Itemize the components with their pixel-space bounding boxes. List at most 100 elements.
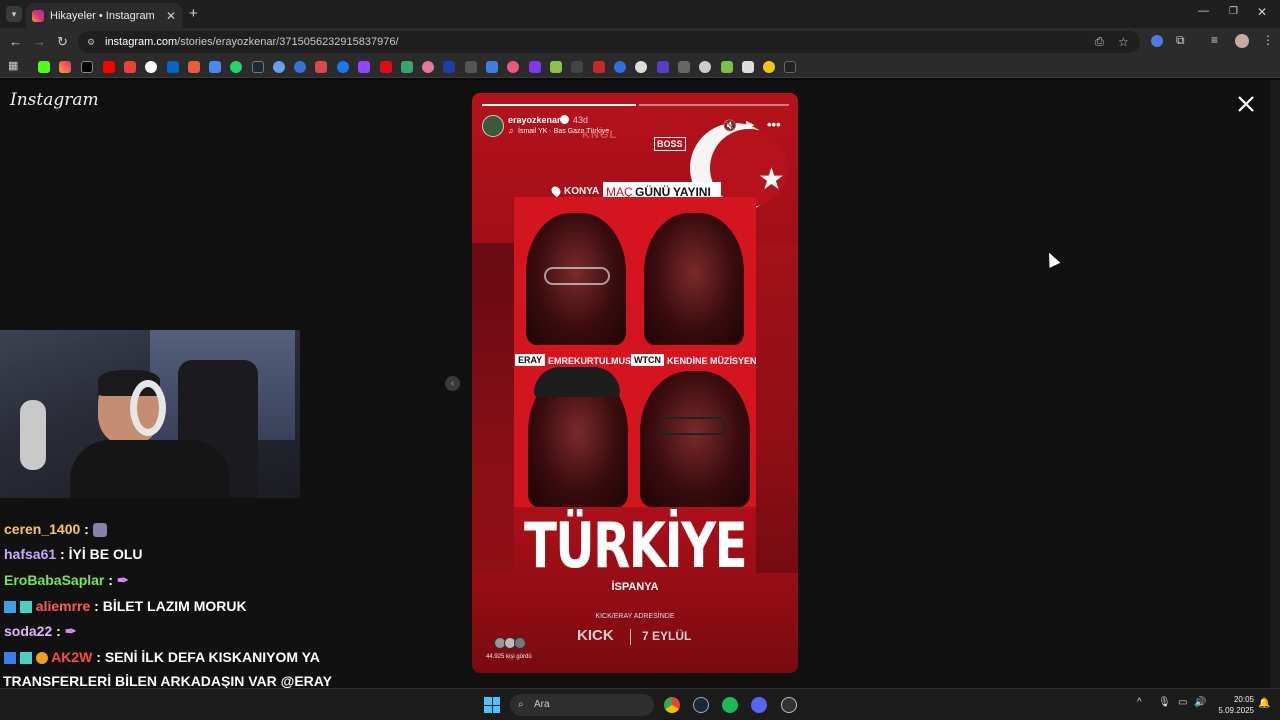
viewer-count[interactable]: 44.925 kişi gördü [486, 654, 532, 660]
chat-line-5: soda22 : ✒ [4, 623, 76, 640]
previous-story-button[interactable]: ‹ [445, 376, 460, 391]
network-icon[interactable]: ▭ [1178, 697, 1187, 708]
bookmark-site10-icon[interactable] [507, 61, 519, 73]
app-taskbar-icon[interactable] [781, 697, 797, 713]
new-tab-icon[interactable]: + [189, 5, 198, 22]
profile-avatar[interactable] [1235, 34, 1249, 48]
bookmark-site21-icon[interactable] [742, 61, 754, 73]
badge-icon [4, 601, 16, 614]
mute-icon[interactable]: 🔇 [723, 119, 737, 132]
story-viewer[interactable]: ★ erayozkenar 43d ♫ İsmail YK · Bas Gaza… [472, 93, 798, 673]
site-info-icon[interactable]: ⚙ [87, 31, 95, 53]
story-username[interactable]: erayozkenar [508, 115, 561, 125]
volume-icon[interactable]: 🔊 [1194, 697, 1206, 708]
story-avatar[interactable] [482, 115, 504, 137]
tag-emrekurtulmus: EMREKURTULMUS [548, 356, 631, 366]
address-bar[interactable]: ⚙ instagram.com/stories/erayozkenar/3715… [78, 31, 1140, 53]
glasses-1 [544, 267, 610, 285]
bookmark-instagram-icon[interactable] [59, 61, 71, 73]
bookmark-x-icon[interactable] [81, 61, 93, 73]
bookmark-site6-icon[interactable] [422, 61, 434, 73]
bookmark-site8-icon[interactable] [465, 61, 477, 73]
flag-star: ★ [758, 163, 785, 196]
instagram-logo[interactable]: Instagram [10, 90, 99, 110]
window-close-icon[interactable]: ✕ [1257, 5, 1267, 19]
clock-date: 5.09.2025 [1218, 706, 1254, 715]
bookmark-google-icon[interactable] [145, 61, 157, 73]
start-tile [484, 697, 492, 705]
restore-icon[interactable]: ❐ [1229, 6, 1238, 17]
bookmark-youtube-icon[interactable] [103, 61, 115, 73]
play-icon[interactable]: ▶ [746, 118, 754, 131]
bookmark-site15-icon[interactable] [614, 61, 626, 73]
story-more-icon[interactable]: ••• [767, 117, 781, 132]
bookmark-site14-icon[interactable] [593, 61, 605, 73]
bookmark-star-icon[interactable]: ☆ [1118, 31, 1129, 53]
bookmark-site13-icon[interactable] [571, 61, 583, 73]
install-app-icon[interactable]: ⎙ [1095, 31, 1104, 53]
bookmark-site16-icon[interactable] [635, 61, 647, 73]
tab-close-icon[interactable]: ✕ [166, 9, 176, 23]
system-clock[interactable]: 20:05 5.09.2025 [1214, 694, 1254, 716]
bookmark-site23-icon[interactable] [784, 61, 796, 73]
bookmark-site2-icon[interactable] [273, 61, 285, 73]
chat-line-7: TRANSFERLERİ BİLEN ARKADAŞIN VAR @ERAY [3, 673, 332, 689]
microphone-icon[interactable]: 🎙 [1158, 697, 1171, 708]
bookmark-twitch-icon[interactable] [358, 61, 370, 73]
bookmark-site19-icon[interactable] [699, 61, 711, 73]
portrait-emre [644, 213, 744, 345]
bookmark-kick-icon[interactable] [38, 61, 50, 73]
bookmark-site-icon[interactable] [188, 61, 200, 73]
chat-separator: : [104, 572, 117, 588]
browser-menu-icon[interactable]: ⋮ [1262, 33, 1274, 47]
bookmark-site18-icon[interactable] [678, 61, 690, 73]
apps-grid-icon[interactable]: ▦ [8, 59, 18, 72]
bookmark-site4-icon[interactable] [315, 61, 327, 73]
location-tag: KONYA [564, 186, 600, 197]
kick-label: KICK [577, 627, 614, 644]
tag-wtcn: WTCN [631, 354, 664, 366]
adres-line: KICK/ERAY ADRESİNDE [595, 613, 675, 620]
bookmark-outlook-icon[interactable] [167, 61, 179, 73]
media-control-icon[interactable]: ≡ [1211, 33, 1218, 47]
bookmark-netflix-icon[interactable] [380, 61, 392, 73]
forward-icon[interactable]: → [33, 34, 46, 49]
portrait-kendine [640, 371, 750, 507]
discord-taskbar-icon[interactable] [751, 697, 767, 713]
reload-icon[interactable]: ↻ [57, 34, 68, 50]
extension-badge-icon[interactable] [1151, 35, 1163, 47]
bookmark-site5-icon[interactable] [401, 61, 413, 73]
bookmark-site7-icon[interactable] [443, 61, 455, 73]
bookmark-site9-icon[interactable] [486, 61, 498, 73]
spotify-taskbar-icon[interactable] [722, 697, 738, 713]
bookmark-site20-icon[interactable] [721, 61, 733, 73]
chrome-taskbar-icon[interactable] [664, 697, 680, 713]
bookmark-site22-icon[interactable] [763, 61, 775, 73]
viewer-avatars[interactable] [494, 637, 528, 651]
windows-taskbar: ⌕ Ara ^ 🎙 ▭ 🔊 20:05 5.09.2025 🔔 [0, 688, 1280, 720]
extensions-puzzle-icon[interactable]: ⧉ [1176, 33, 1185, 48]
bookmark-steam-icon[interactable] [252, 61, 264, 73]
tab-instagram[interactable]: Hikayeler • Instagram ✕ [26, 3, 182, 28]
bookmark-facebook-icon[interactable] [337, 61, 349, 73]
start-tile [492, 705, 500, 713]
taskbar-search[interactable]: ⌕ Ara [510, 694, 654, 716]
bookmark-site17-icon[interactable] [657, 61, 669, 73]
bookmark-translate-icon[interactable] [209, 61, 221, 73]
page-scrollbar[interactable] [1270, 80, 1280, 688]
notification-icon[interactable]: 🔔 [1258, 698, 1270, 709]
bookmark-site12-icon[interactable] [550, 61, 562, 73]
bookmark-whatsapp-icon[interactable] [230, 61, 242, 73]
bookmark-gmail-icon[interactable] [124, 61, 136, 73]
bookmark-site3-icon[interactable] [294, 61, 306, 73]
chat-separator: : [80, 521, 93, 537]
chat-user: aliemrre [35, 598, 91, 614]
back-icon[interactable]: ← [9, 34, 22, 49]
story-close-icon[interactable] [1236, 94, 1256, 114]
minimize-icon[interactable]: — [1198, 5, 1209, 17]
bookmark-site11-icon[interactable] [529, 61, 541, 73]
tab-list-icon[interactable]: ▾ [6, 6, 22, 22]
steam-taskbar-icon[interactable] [693, 697, 709, 713]
start-button-icon[interactable] [484, 697, 500, 713]
tray-chevron-icon[interactable]: ^ [1137, 697, 1142, 708]
